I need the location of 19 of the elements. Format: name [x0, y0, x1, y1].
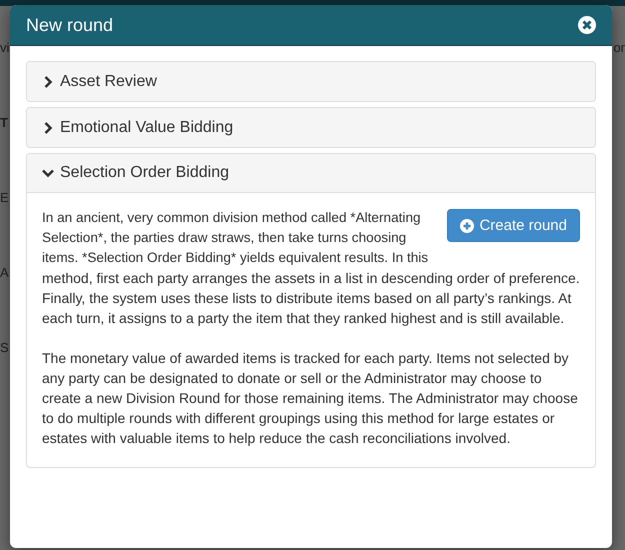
- background-text: T: [0, 115, 8, 130]
- background-text: A: [0, 265, 9, 280]
- background-text: or: [613, 40, 625, 55]
- plus-circle-icon: [460, 218, 474, 232]
- modal-title: New round: [26, 14, 114, 36]
- chevron-right-icon: [42, 76, 54, 88]
- description-paragraph: The monetary value of awarded items is tracked for each party. Items not selected by any party can be designated to donate or sell or the Administrator may choose to create a new Division Round for those remaining items. The Administrator may choose to do multiple rounds with different groupings using this method for large estates or estates with valuable items to help reduce the cash reconciliations involved.: [42, 349, 579, 448]
- chevron-down-icon: [42, 167, 54, 179]
- chevron-right-icon: [42, 122, 54, 134]
- create-round-button[interactable]: Create round: [447, 209, 580, 242]
- accordion-header[interactable]: Selection Order Bidding: [27, 154, 595, 193]
- description-paragraph: method, first each party arranges the assets in a list in descending order of preference. Finally, the system uses these lists to distribute items based on all party’s rankings. At each turn, it assigns to a party the item that they ranked highest and is still available.: [42, 269, 580, 328]
- close-icon: [578, 16, 596, 34]
- background-text: E: [0, 190, 9, 205]
- accordion-header[interactable]: Asset Review: [27, 62, 595, 101]
- background-text: S: [0, 340, 9, 355]
- close-button[interactable]: [578, 16, 596, 34]
- accordion-header[interactable]: Emotional Value Bidding: [27, 108, 595, 147]
- background-text: vi: [0, 40, 10, 55]
